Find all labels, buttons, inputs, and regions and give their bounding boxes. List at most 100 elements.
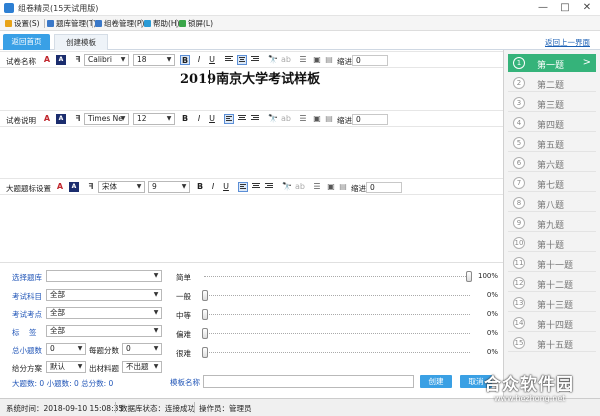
section-title-editor[interactable]: [0, 195, 503, 262]
question-item[interactable]: 9 第九题: [508, 214, 596, 232]
question-number: 11: [513, 257, 525, 269]
question-item[interactable]: 14 第十四题: [508, 314, 596, 332]
font-color-icon[interactable]: A: [42, 55, 52, 65]
tab-home[interactable]: 返回首页: [3, 34, 50, 50]
subject-select[interactable]: 全部 ▼: [46, 289, 162, 301]
slider-thumb[interactable]: [202, 290, 208, 301]
question-item[interactable]: 13 第十三题: [508, 294, 596, 312]
font-size-select[interactable]: 9 ▼: [148, 181, 190, 193]
font-icon: ꟻ: [88, 182, 94, 191]
paragraph-icon[interactable]: ▤: [338, 182, 348, 192]
question-item[interactable]: 4 第四题: [508, 114, 596, 132]
question-item[interactable]: 5 第五题: [508, 134, 596, 152]
material-select[interactable]: 不出题 ▼: [122, 361, 162, 373]
align-right-button[interactable]: [250, 114, 260, 124]
total-count-select[interactable]: 0 ▼: [46, 343, 86, 355]
align-right-button[interactable]: [264, 182, 274, 192]
align-left-button[interactable]: [224, 114, 234, 124]
tag-select[interactable]: 全部 ▼: [46, 325, 162, 337]
highlight-icon[interactable]: A: [56, 55, 66, 65]
difficulty-slider[interactable]: [204, 314, 470, 316]
slider-thumb[interactable]: [202, 309, 208, 320]
slider-thumb[interactable]: [202, 347, 208, 358]
paragraph-icon[interactable]: ▤: [324, 114, 334, 124]
indent-input[interactable]: 0: [352, 114, 388, 125]
font-size-select[interactable]: 18 ▼: [133, 54, 175, 66]
menu-paper-management[interactable]: 组卷管理(P): [95, 18, 144, 29]
underline-button[interactable]: U: [207, 114, 217, 124]
question-item[interactable]: 12 第十二题: [508, 274, 596, 292]
underline-button[interactable]: U: [221, 182, 231, 192]
highlight-icon[interactable]: A: [56, 114, 66, 124]
list-icon[interactable]: ☰: [298, 55, 308, 65]
question-label: 第四题: [537, 121, 565, 131]
italic-button[interactable]: I: [208, 182, 218, 192]
align-left-button[interactable]: [224, 55, 234, 65]
replace-icon[interactable]: ab: [295, 182, 305, 192]
bold-button[interactable]: B: [180, 55, 190, 65]
close-button[interactable]: ✕: [576, 1, 598, 15]
image-icon[interactable]: ▣: [312, 55, 322, 65]
create-button[interactable]: 创建: [420, 375, 452, 388]
replace-icon[interactable]: ab: [281, 55, 291, 65]
question-item[interactable]: 3 第三题: [508, 94, 596, 112]
paragraph-icon[interactable]: ▤: [324, 55, 334, 65]
paper-desc-editor[interactable]: [0, 127, 503, 178]
italic-button[interactable]: I: [194, 114, 204, 124]
difficulty-slider[interactable]: [204, 295, 470, 297]
slider-thumb[interactable]: [202, 328, 208, 339]
font-family-select[interactable]: Times Ne ▼: [84, 113, 129, 125]
find-icon[interactable]: 🔭: [282, 182, 292, 192]
bold-button[interactable]: B: [195, 182, 205, 192]
list-icon[interactable]: ☰: [298, 114, 308, 124]
italic-button[interactable]: I: [194, 55, 204, 65]
chevron-right-icon: >: [582, 57, 591, 68]
align-center-button[interactable]: [251, 182, 261, 192]
align-center-button[interactable]: [237, 55, 247, 65]
difficulty-slider[interactable]: [204, 333, 470, 335]
tab-create-template[interactable]: 创建模板: [54, 34, 108, 50]
menu-help[interactable]: 帮助(H): [144, 18, 180, 29]
question-item[interactable]: 11 第十一题: [508, 254, 596, 272]
bank-select[interactable]: ▼: [46, 270, 162, 282]
image-icon[interactable]: ▣: [312, 114, 322, 124]
align-right-button[interactable]: [250, 55, 260, 65]
question-item[interactable]: 6 第六题: [508, 154, 596, 172]
difficulty-slider[interactable]: [204, 276, 470, 278]
point-select[interactable]: 全部 ▼: [46, 307, 162, 319]
difficulty-slider[interactable]: [204, 352, 470, 354]
scoring-method-select[interactable]: 默认 ▼: [46, 361, 86, 373]
question-item[interactable]: 8 第八题: [508, 194, 596, 212]
find-icon[interactable]: 🔭: [268, 55, 278, 65]
font-size-select[interactable]: 12 ▼: [133, 113, 175, 125]
font-color-icon[interactable]: A: [55, 182, 65, 192]
menu-settings[interactable]: 设置(S): [5, 18, 40, 29]
question-item[interactable]: 7 第七题: [508, 174, 596, 192]
template-name-input[interactable]: [203, 375, 414, 388]
question-item[interactable]: 10 第十题: [508, 234, 596, 252]
maximize-button[interactable]: □: [554, 1, 576, 15]
minimize-button[interactable]: —: [532, 1, 554, 15]
question-item[interactable]: 1 第一题 >: [508, 54, 596, 72]
font-color-icon[interactable]: A: [42, 114, 52, 124]
indent-input[interactable]: 0: [366, 182, 402, 193]
underline-button[interactable]: U: [207, 55, 217, 65]
question-item[interactable]: 2 第二题: [508, 74, 596, 92]
bold-button[interactable]: B: [180, 114, 190, 124]
back-link[interactable]: 返回上一界面: [545, 37, 590, 48]
align-left-button[interactable]: [238, 182, 248, 192]
image-icon[interactable]: ▣: [326, 182, 336, 192]
align-center-button[interactable]: [237, 114, 247, 124]
score-select[interactable]: 0 ▼: [122, 343, 162, 355]
font-family-select[interactable]: 宋体 ▼: [98, 181, 145, 193]
find-icon[interactable]: 🔭: [268, 114, 278, 124]
list-icon[interactable]: ☰: [312, 182, 322, 192]
menu-question-bank[interactable]: 题库管理(T): [47, 18, 96, 29]
font-family-select[interactable]: Calibri ▼: [84, 54, 129, 66]
highlight-icon[interactable]: A: [69, 182, 79, 192]
question-item[interactable]: 15 第十五题: [508, 334, 596, 352]
question-number: 8: [513, 197, 525, 209]
menu-lock-screen[interactable]: 锁屏(L): [179, 18, 213, 29]
replace-icon[interactable]: ab: [281, 114, 291, 124]
indent-input[interactable]: 0: [352, 55, 388, 66]
